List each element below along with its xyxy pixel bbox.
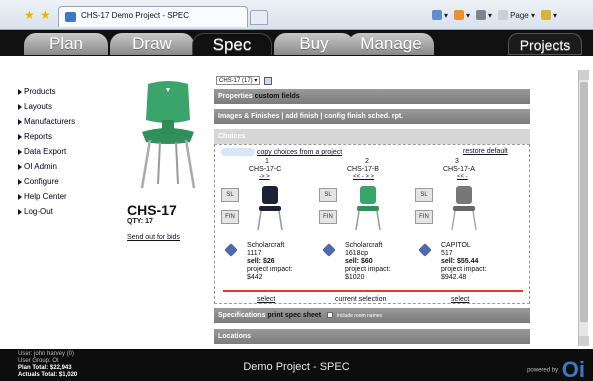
choice-mark: 1 [265, 158, 269, 165]
powered-by: powered by Oi [527, 357, 585, 381]
custom-fields-link[interactable]: custom fields [255, 93, 300, 100]
sidebar-item-oi-admin[interactable]: OI Admin [18, 159, 118, 174]
sidebar-item-layouts[interactable]: Layouts [18, 99, 118, 114]
tab-buy[interactable]: Buy [274, 33, 354, 55]
product-select-row: CHS-17 (17) ▾ [216, 76, 273, 85]
choices-panel: copy choices from a project restore defa… [214, 144, 530, 304]
sidebar-item-data-export[interactable]: Data Export [18, 144, 118, 159]
sidebar: Products Layouts Manufacturers Reports D… [18, 84, 118, 219]
app-nav: Plan Draw Spec Buy Manage Projects [0, 30, 593, 56]
go-button[interactable] [264, 76, 273, 85]
sidebar-item-help-center[interactable]: Help Center [18, 189, 118, 204]
black-chair-image [257, 186, 283, 231]
scroll-down-button[interactable] [579, 336, 589, 346]
print-icon [476, 10, 487, 20]
sidebar-item-manufacturers[interactable]: Manufacturers [18, 114, 118, 129]
scroll-thumb[interactable] [580, 82, 588, 322]
print-spec-sheet-link[interactable]: print spec sheet [267, 312, 321, 319]
home-command[interactable]: ▾ [432, 10, 448, 20]
product-image [126, 76, 210, 196]
copy-choices-link[interactable]: copy choices from a project [221, 148, 342, 156]
green-chair-image [355, 186, 381, 231]
finish-icon[interactable]: FIN [415, 210, 433, 224]
sidebar-item-products[interactable]: Products [18, 84, 118, 99]
add-favorites-icon[interactable]: ★ [40, 9, 51, 21]
manufacturer-icon [322, 243, 336, 257]
product-qty: QTY: 17 [127, 218, 153, 225]
specifications-section-header[interactable]: Specifications print spec sheet include … [214, 308, 530, 323]
choices-section-header[interactable]: Choices [214, 129, 530, 144]
finish-icon[interactable]: FIN [319, 210, 337, 224]
choice-info: Scholarcraft 1117 sell: $26 project impa… [247, 242, 293, 281]
oi-logo: Oi [561, 357, 585, 381]
reorder-arrows[interactable]: << - [457, 174, 468, 180]
browser-tab-title: CHS-17 Demo Project - SPEC [81, 11, 190, 20]
current-selection-label: current selection [335, 296, 387, 303]
select-choice-link[interactable]: select [451, 296, 469, 303]
page-scrollbar[interactable] [578, 70, 589, 346]
project-title: Demo Project - SPEC [243, 361, 350, 373]
command-bar: ▾ ▾ ▾ Page ▾ ▾ [432, 10, 557, 20]
finish-icon[interactable]: FIN [221, 210, 239, 224]
main-content: Products Layouts Manufacturers Reports D… [0, 56, 593, 349]
spec-sheet-icon[interactable]: SL [415, 188, 433, 202]
choice-info: CAPITOL 517 sell: $55.44 project impact:… [441, 242, 487, 281]
restore-default-link[interactable]: restore default [463, 148, 508, 155]
feeds-icon [454, 10, 465, 20]
product-code: CHS-17 [127, 202, 177, 218]
choice-code: CHS-17-C [249, 166, 282, 173]
tools-icon [540, 10, 551, 20]
choice-mark: 2 [365, 158, 369, 165]
sidebar-item-reports[interactable]: Reports [18, 129, 118, 144]
choice-code: CHS-17-A [443, 166, 475, 173]
grey-chair-image [451, 186, 477, 231]
manufacturer-icon [418, 243, 432, 257]
print-command[interactable]: ▾ [476, 10, 492, 20]
tools-command[interactable]: ▾ [540, 10, 557, 20]
green-chair-image [140, 81, 196, 189]
page-favicon-icon [65, 12, 76, 22]
tab-draw[interactable]: Draw [110, 33, 194, 55]
page-command[interactable]: Page ▾ [498, 10, 535, 20]
selection-divider [223, 290, 523, 292]
reorder-arrows[interactable]: << - > > [353, 174, 374, 180]
locations-section-header[interactable]: Locations [214, 329, 530, 344]
reorder-arrows[interactable]: -> > [259, 174, 270, 180]
sidebar-item-configure[interactable]: Configure [18, 174, 118, 189]
projects-button[interactable]: Projects [508, 33, 582, 55]
choice-code: CHS-17-B [347, 166, 379, 173]
include-room-names-label: include room names [337, 313, 383, 319]
browser-tab[interactable]: CHS-17 Demo Project - SPEC [58, 6, 248, 27]
manufacturer-icon [224, 243, 238, 257]
sidebar-item-log-out[interactable]: Log-Out [18, 204, 118, 219]
tab-plan[interactable]: Plan [24, 33, 108, 55]
tab-manage[interactable]: Manage [348, 33, 434, 55]
send-out-for-bids-link[interactable]: Send out for bids [127, 234, 180, 241]
favorites-star-icon[interactable]: ★ [24, 9, 35, 21]
choice-mark: 3 [455, 158, 459, 165]
cloud-icon [221, 148, 255, 156]
scroll-up-button[interactable] [579, 70, 589, 80]
include-room-names-checkbox[interactable] [327, 312, 334, 319]
spec-sheet-icon[interactable]: SL [221, 188, 239, 202]
images-finishes-section-header[interactable]: Images & Finishes | add finish | config … [214, 109, 530, 124]
browser-toolbar: ★ ★ CHS-17 Demo Project - SPEC ▾ ▾ ▾ Pag… [0, 0, 593, 30]
home-icon [432, 10, 443, 20]
properties-section-header[interactable]: Properties custom fields [214, 89, 530, 104]
page-icon [498, 10, 509, 20]
tab-spec[interactable]: Spec [192, 33, 272, 55]
new-tab-button[interactable] [250, 10, 268, 25]
footer: User: john harvey (0) User Group: OI Pla… [0, 349, 593, 381]
product-dropdown[interactable]: CHS-17 (17) ▾ [216, 76, 261, 85]
select-choice-link[interactable]: select [257, 296, 275, 303]
feeds-command[interactable]: ▾ [454, 10, 470, 20]
choice-info: Scholarcraft 1618cp sell: $60 project im… [345, 242, 391, 281]
spec-sheet-icon[interactable]: SL [319, 188, 337, 202]
